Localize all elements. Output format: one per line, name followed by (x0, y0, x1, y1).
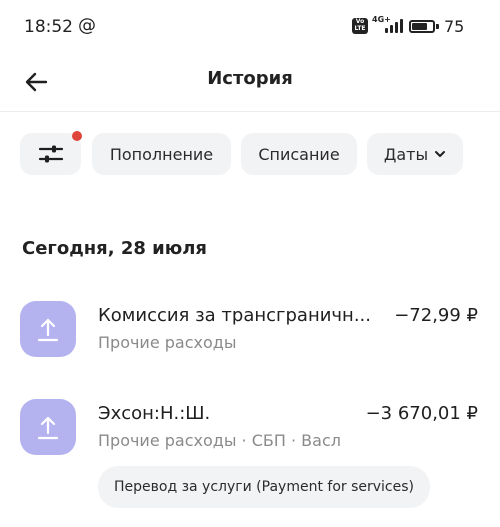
filter-debit-label: Списание (258, 144, 340, 164)
filter-dates-dropdown[interactable]: Даты (367, 133, 463, 175)
filter-dates-label: Даты (383, 144, 429, 164)
sliders-icon (38, 145, 63, 163)
transaction-icon-tile (20, 301, 76, 357)
transaction-icon-tile (20, 399, 76, 455)
transaction-category: Прочие расходы · СБП · Васл (98, 431, 341, 450)
page-title: История (207, 68, 293, 89)
filter-debit-chip[interactable]: Списание (241, 133, 357, 175)
battery-tip (436, 24, 439, 29)
chevron-down-icon (435, 151, 446, 157)
app-header: История (0, 54, 500, 112)
transaction-item[interactable]: Эхсон:Н.:Ш. Прочие расходы · СБП · Васл … (20, 399, 490, 457)
status-time: 18:52 (24, 17, 73, 37)
transaction-title: Эхсон:Н.:Ш. (98, 403, 211, 424)
notification-dot (72, 131, 82, 141)
upload-arrow-icon (37, 416, 59, 440)
transaction-category: Прочие расходы (98, 333, 237, 352)
filter-settings-button[interactable] (20, 133, 81, 175)
battery-percent: 75 (444, 17, 465, 36)
filter-topup-chip[interactable]: Пополнение (92, 133, 231, 175)
status-bar: 18:52 @ Vo LTE 4G+ 75 (0, 0, 500, 54)
volte-icon: Vo LTE (352, 18, 368, 34)
transaction-amount: −3 670,01 ₽ (365, 403, 478, 424)
transaction-purpose-tag: Перевод за услуги (Payment for services) (98, 466, 430, 508)
signal-strength-icon (385, 19, 405, 33)
upload-arrow-icon (37, 318, 59, 342)
battery-level (412, 23, 427, 30)
transaction-item[interactable]: Комиссия за трансграничн... Прочие расхо… (20, 301, 490, 359)
section-date-heading: Сегодня, 28 июля (22, 238, 207, 259)
transaction-amount: −72,99 ₽ (394, 305, 478, 326)
battery-icon (409, 20, 435, 33)
at-sign-icon: @ (78, 15, 96, 36)
transaction-title: Комиссия за трансграничн... (98, 305, 371, 326)
filter-topup-label: Пополнение (109, 144, 214, 164)
filter-bar: Пополнение Списание Даты (20, 131, 490, 175)
